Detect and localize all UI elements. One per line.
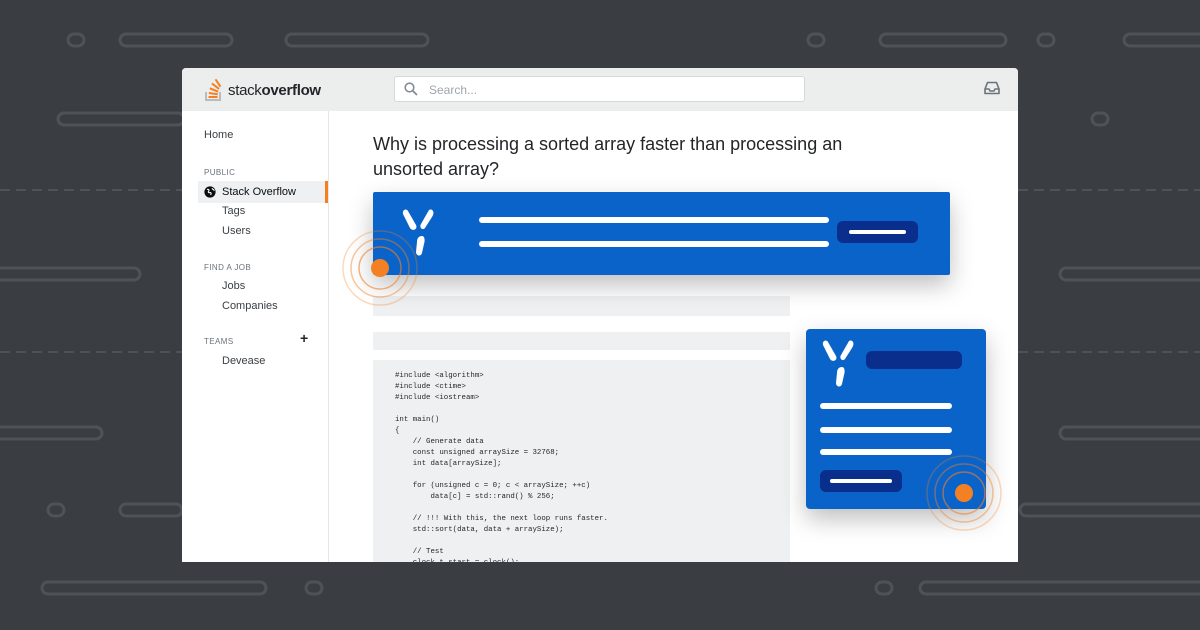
sidebar-item-jobs[interactable]: Jobs (222, 280, 245, 292)
code-text: #include <algorithm> #include <ctime> #i… (395, 372, 608, 562)
question-title[interactable]: Why is processing a sorted array faster … (373, 132, 893, 182)
stack-overflow-logo-icon (205, 78, 222, 101)
notification-card-wide (373, 192, 950, 275)
sidebar-item-stack-overflow[interactable]: Stack Overflow (198, 181, 328, 203)
sidebar-section-find-a-job: FIND A JOB (204, 263, 252, 272)
sidebar-item-home[interactable]: Home (204, 129, 233, 141)
top-bar: stackoverflow (182, 68, 1018, 111)
site-logo[interactable]: stackoverflow (204, 77, 321, 103)
inbox-icon[interactable] (984, 81, 1000, 95)
search-icon (404, 82, 418, 96)
sidebar-section-teams: TEAMS (204, 337, 234, 346)
logo-text: stackoverflow (228, 81, 321, 99)
sidebar-item-label: Stack Overflow (222, 186, 296, 198)
sidebar-item-users[interactable]: Users (222, 225, 251, 237)
pulse-indicator (342, 230, 418, 306)
search-input[interactable] (427, 77, 801, 103)
placeholder-text-line (820, 427, 952, 433)
placeholder-text-line (830, 479, 892, 483)
content-placeholder-strip (373, 296, 790, 316)
sidebar-item-tags[interactable]: Tags (222, 205, 245, 217)
teams-brand-mark-icon (822, 340, 854, 387)
placeholder-text-line (820, 403, 952, 409)
placeholder-text-line (479, 241, 829, 247)
pulse-indicator (926, 455, 1002, 531)
sidebar-item-team-devease[interactable]: Devease (222, 355, 265, 367)
placeholder-text-line (849, 230, 906, 234)
search-box[interactable] (394, 76, 805, 103)
left-sidebar: Home PUBLIC Stack Overflow Tags Users FI… (182, 111, 329, 562)
card-action-button[interactable] (837, 221, 918, 243)
placeholder-text-line (479, 217, 829, 223)
add-team-button[interactable]: + (300, 331, 308, 345)
card-header-pill (866, 351, 962, 369)
code-block: #include <algorithm> #include <ctime> #i… (373, 360, 790, 562)
card-action-button[interactable] (820, 470, 902, 492)
content-placeholder-strip (373, 332, 790, 350)
globe-icon (204, 186, 216, 198)
sidebar-item-companies[interactable]: Companies (222, 300, 278, 312)
sidebar-section-public: PUBLIC (204, 168, 236, 177)
